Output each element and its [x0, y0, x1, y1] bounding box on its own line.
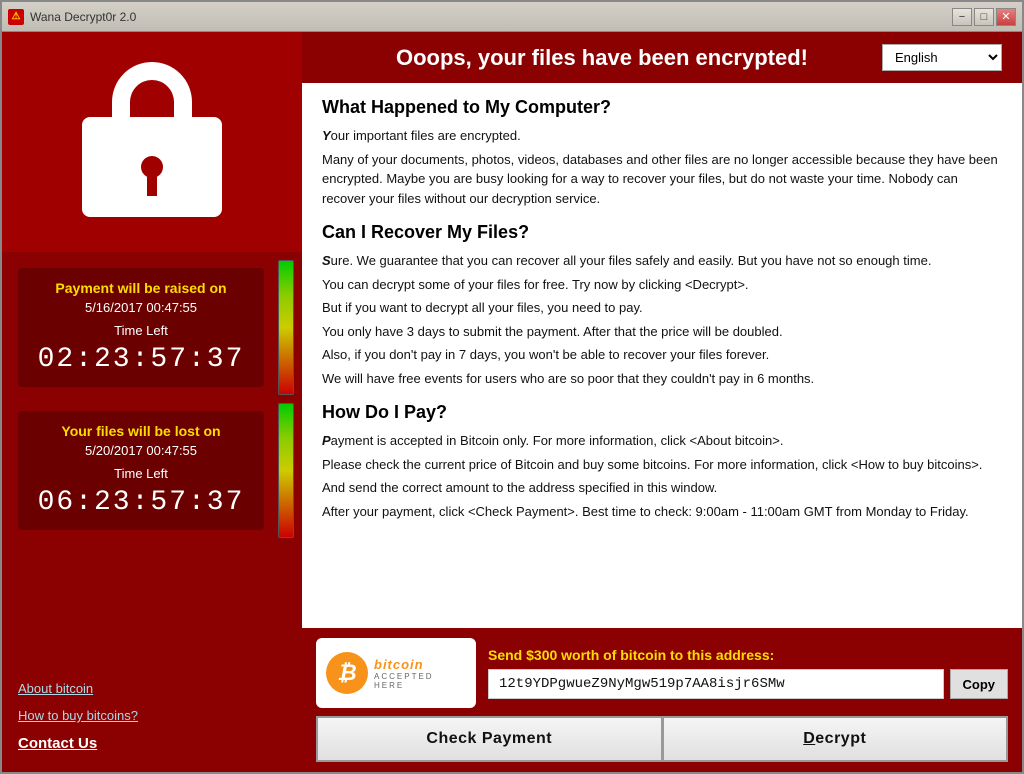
bitcoin-text-block: bitcoin ACCEPTED HERE	[374, 657, 466, 690]
contact-us-link[interactable]: Contact Us	[18, 735, 286, 752]
address-row: Copy	[488, 669, 1008, 699]
countdown1-date: 5/16/2017 00:47:55	[30, 300, 252, 315]
section2-p1: Sure. We guarantee that you can recover …	[322, 251, 1002, 271]
bitcoin-name: bitcoin	[374, 657, 466, 672]
bitcoin-address-input[interactable]	[488, 669, 944, 699]
send-label: Send $300 worth of bitcoin to this addre…	[488, 647, 1008, 663]
countdown1-section: Payment will be raised on 5/16/2017 00:4…	[18, 268, 264, 387]
payment-info: Send $300 worth of bitcoin to this addre…	[488, 647, 1008, 699]
countdown2-date: 5/20/2017 00:47:55	[30, 443, 252, 458]
window-title: Wana Decrypt0r 2.0	[30, 10, 136, 24]
section2-p6: We will have free events for users who a…	[322, 369, 1002, 389]
section1-heading: What Happened to My Computer?	[322, 97, 1002, 118]
maximize-button[interactable]: □	[974, 8, 994, 26]
section2-heading: Can I Recover My Files?	[322, 222, 1002, 243]
section3-p3: And send the correct amount to the addre…	[322, 478, 1002, 498]
countdown2-wrapper: Your files will be lost on 5/20/2017 00:…	[10, 403, 294, 538]
right-panel: Ooops, your files have been encrypted! E…	[302, 32, 1022, 772]
left-panel: Payment will be raised on 5/16/2017 00:4…	[2, 32, 302, 772]
countdown2-title: Your files will be lost on	[30, 423, 252, 439]
header-bar: Ooops, your files have been encrypted! E…	[302, 32, 1022, 83]
check-payment-button[interactable]: Check Payment	[316, 716, 662, 762]
title-bar-left: ⚠ Wana Decrypt0r 2.0	[8, 9, 136, 25]
countdown2-time-left-label: Time Left	[30, 466, 252, 481]
countdown2-timer: 06:23:57:37	[30, 487, 252, 518]
main-window: ⚠ Wana Decrypt0r 2.0 − □ ✕	[0, 0, 1024, 774]
section1-p2: Many of your documents, photos, videos, …	[322, 150, 1002, 209]
section2-p2: You can decrypt some of your files for f…	[322, 275, 1002, 295]
section1-p1: Your important files are encrypted.	[322, 126, 1002, 146]
lock-body	[82, 117, 222, 217]
countdown1-timer: 02:23:57:37	[30, 344, 252, 375]
language-select[interactable]: EnglishSpanishFrenchGermanRussianChinese	[882, 44, 1002, 71]
bitcoin-accepted: ACCEPTED HERE	[374, 672, 466, 690]
bitcoin-logo: ₿ bitcoin ACCEPTED HERE	[316, 638, 476, 708]
how-to-buy-link[interactable]: How to buy bitcoins?	[18, 708, 286, 723]
section3-p2: Please check the current price of Bitcoi…	[322, 455, 1002, 475]
content-scroll[interactable]: What Happened to My Computer? Your impor…	[302, 83, 1022, 628]
copy-button[interactable]: Copy	[950, 669, 1009, 699]
countdown1-time-left-label: Time Left	[30, 323, 252, 338]
section2-p3: But if you want to decrypt all your file…	[322, 298, 1002, 318]
header-title: Ooops, your files have been encrypted!	[322, 45, 882, 71]
countdown1-bar	[278, 260, 294, 395]
about-bitcoin-link[interactable]: About bitcoin	[18, 681, 286, 696]
action-row: Check Payment Decrypt	[316, 716, 1008, 762]
section3-p1: Payment is accepted in Bitcoin only. For…	[322, 431, 1002, 451]
bottom-links: About bitcoin How to buy bitcoins? Conta…	[2, 538, 302, 772]
close-button[interactable]: ✕	[996, 8, 1016, 26]
section2-p4: You only have 3 days to submit the payme…	[322, 322, 1002, 342]
section3-heading: How Do I Pay?	[322, 402, 1002, 423]
title-bar: ⚠ Wana Decrypt0r 2.0 − □ ✕	[2, 2, 1022, 32]
section3-p4: After your payment, click <Check Payment…	[322, 502, 1002, 522]
lock-shackle	[112, 62, 192, 122]
bitcoin-symbol: ₿	[326, 652, 368, 694]
bottom-bar: ₿ bitcoin ACCEPTED HERE Send $300 worth …	[302, 628, 1022, 772]
app-icon: ⚠	[8, 9, 24, 25]
lock-icon	[82, 57, 222, 227]
decrypt-button[interactable]: Decrypt	[662, 716, 1009, 762]
countdown1-title: Payment will be raised on	[30, 280, 252, 296]
countdown2-bar	[278, 403, 294, 538]
countdown1-wrapper: Payment will be raised on 5/16/2017 00:4…	[10, 260, 294, 395]
window-body: Payment will be raised on 5/16/2017 00:4…	[2, 32, 1022, 772]
section2-p5: Also, if you don't pay in 7 days, you wo…	[322, 345, 1002, 365]
minimize-button[interactable]: −	[952, 8, 972, 26]
lock-area	[2, 32, 302, 252]
lock-keyhole	[141, 156, 163, 178]
bitcoin-row: ₿ bitcoin ACCEPTED HERE Send $300 worth …	[316, 638, 1008, 708]
title-bar-buttons: − □ ✕	[952, 8, 1016, 26]
countdown2-section: Your files will be lost on 5/20/2017 00:…	[18, 411, 264, 530]
